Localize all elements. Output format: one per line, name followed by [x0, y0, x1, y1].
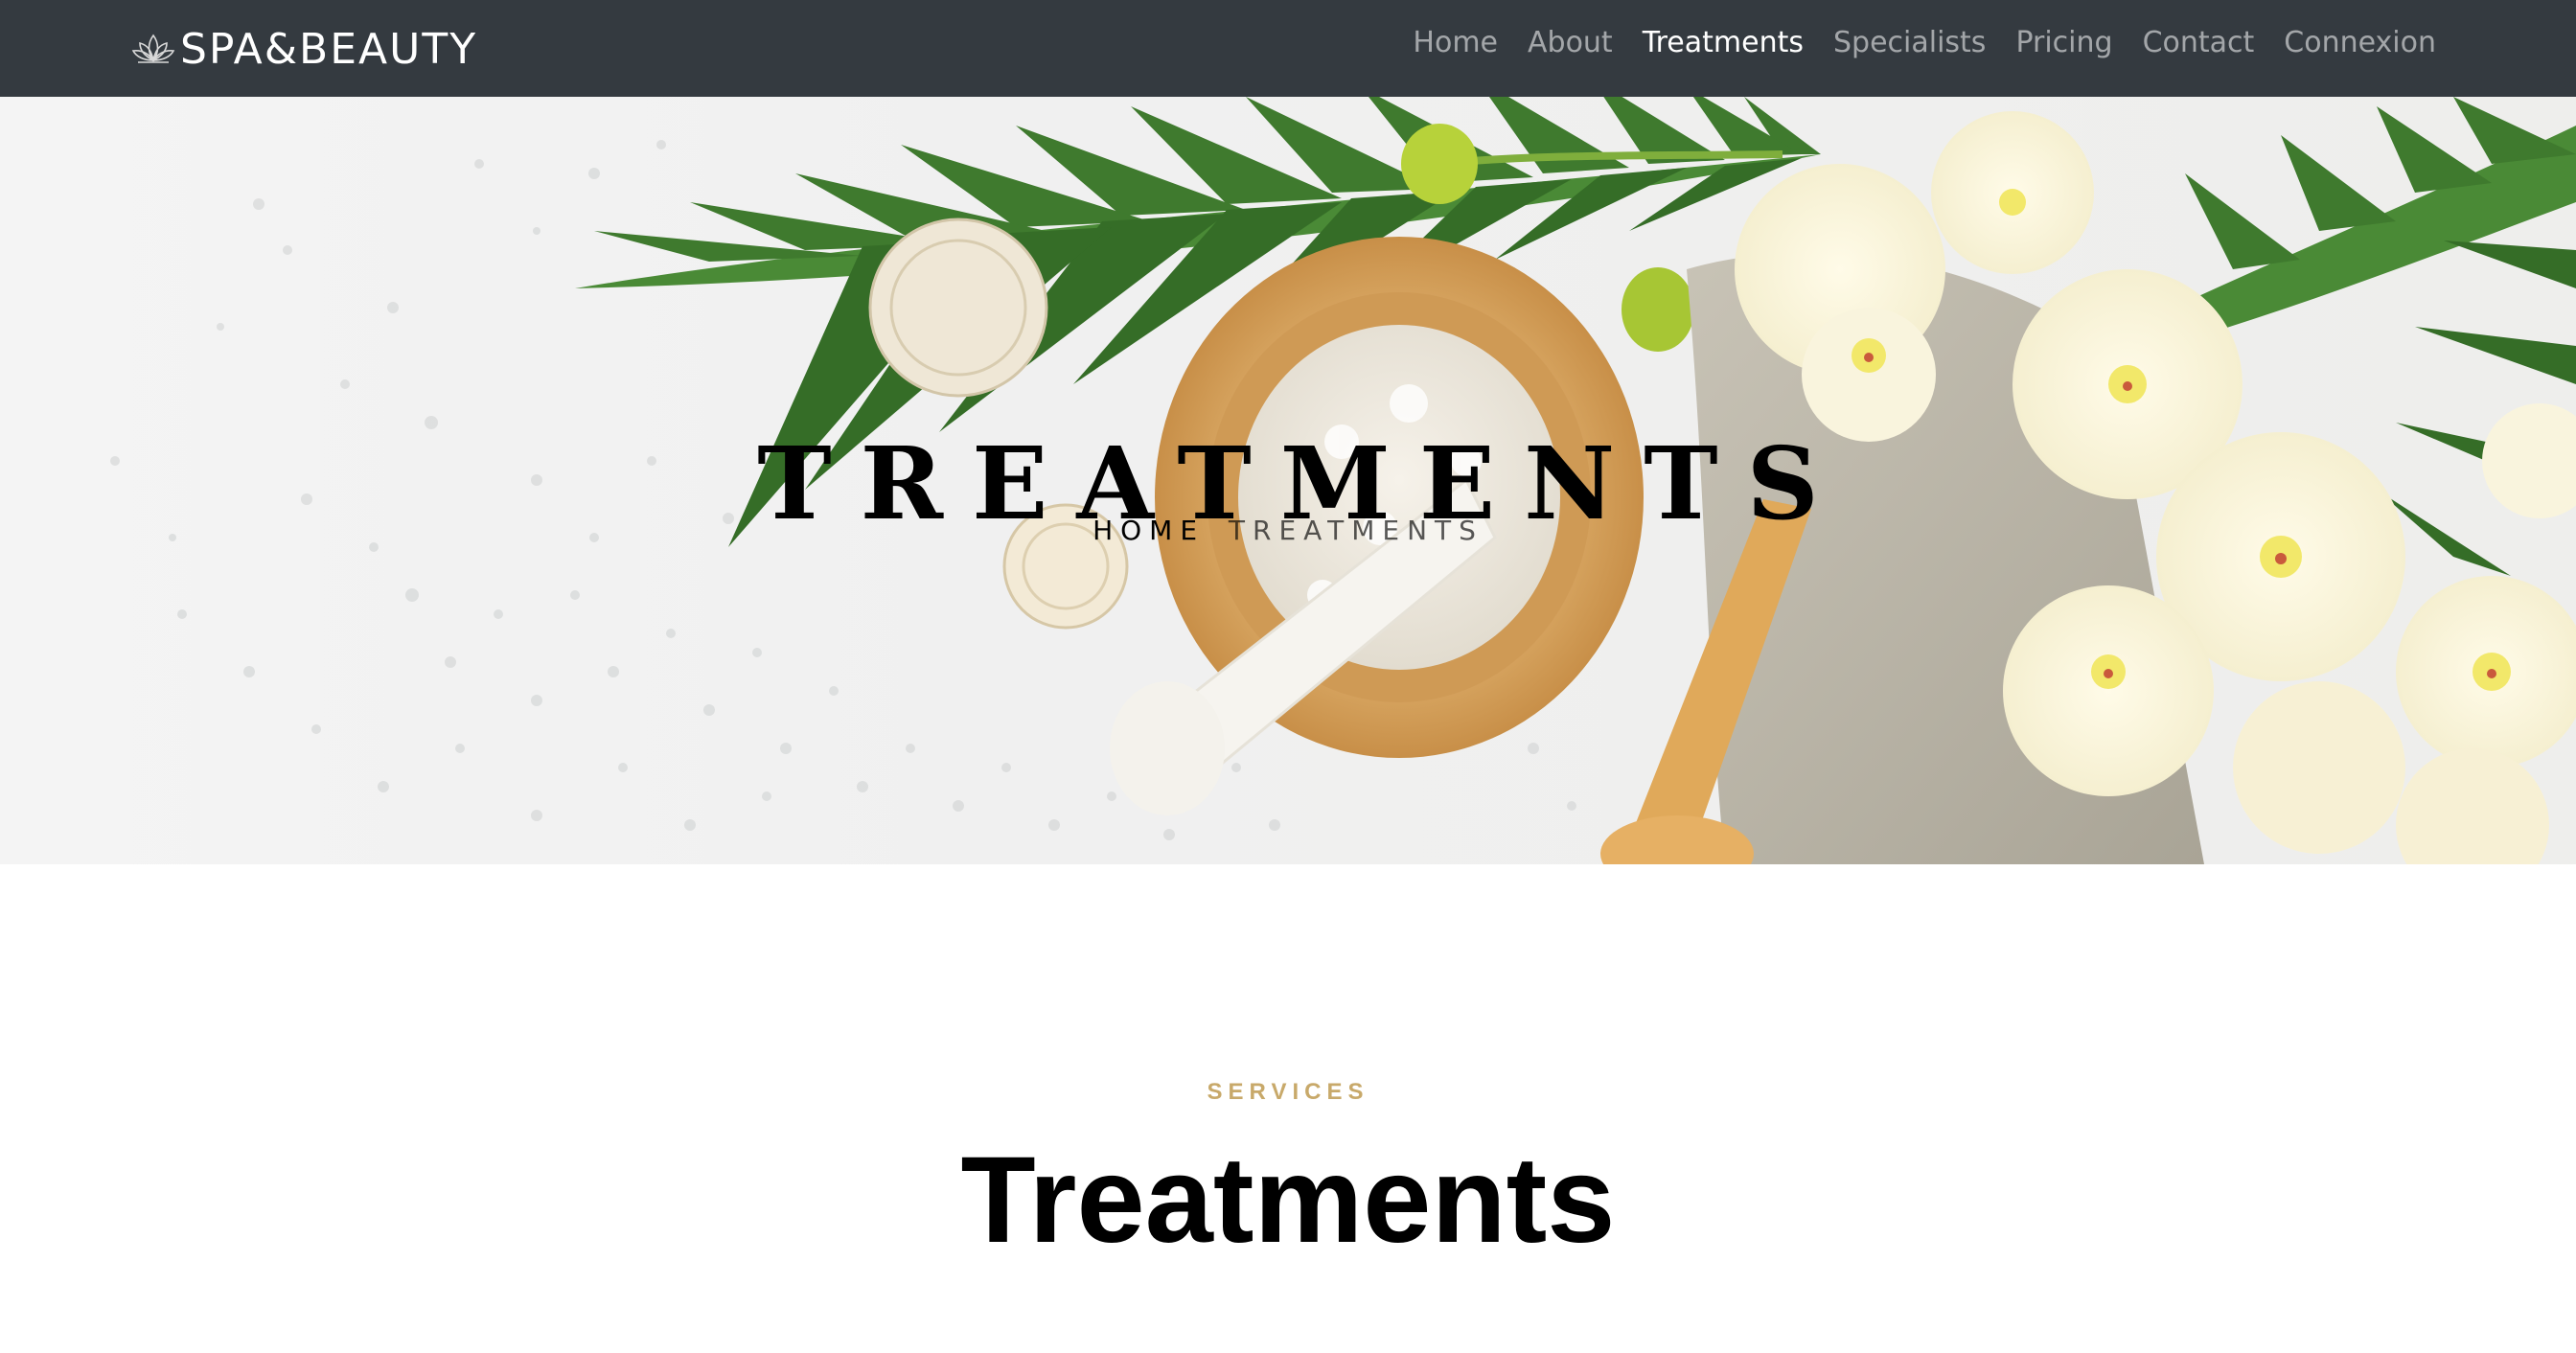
- nav-specialists-link[interactable]: Specialists: [1833, 26, 1986, 59]
- nav-menu: Home About Treatments Specialists Pricin…: [1413, 0, 2436, 84]
- nav-treatments-link[interactable]: Treatments: [1643, 26, 1804, 59]
- breadcrumb-current: TREATMENTS: [1228, 515, 1484, 546]
- hero-banner: TREATMENTS HOME TREATMENTS: [0, 97, 2576, 864]
- section-subheading: SERVICES: [1207, 1079, 1369, 1105]
- breadcrumb-home-link[interactable]: HOME: [1092, 515, 1205, 546]
- breadcrumb: HOME TREATMENTS: [0, 515, 2576, 546]
- lotus-icon: [131, 34, 175, 63]
- section-heading: Treatments: [960, 1132, 1616, 1269]
- navbar: SPA&BEAUTY Home About Treatments Special…: [0, 0, 2576, 97]
- brand-logo-link[interactable]: SPA&BEAUTY: [130, 15, 477, 82]
- brand-name: SPA&BEAUTY: [180, 24, 478, 74]
- nav-connexion-link[interactable]: Connexion: [2284, 26, 2436, 59]
- nav-contact-link[interactable]: Contact: [2143, 26, 2255, 59]
- nav-home-link[interactable]: Home: [1413, 26, 1498, 59]
- nav-about-link[interactable]: About: [1528, 26, 1613, 59]
- nav-pricing-link[interactable]: Pricing: [2015, 26, 2112, 59]
